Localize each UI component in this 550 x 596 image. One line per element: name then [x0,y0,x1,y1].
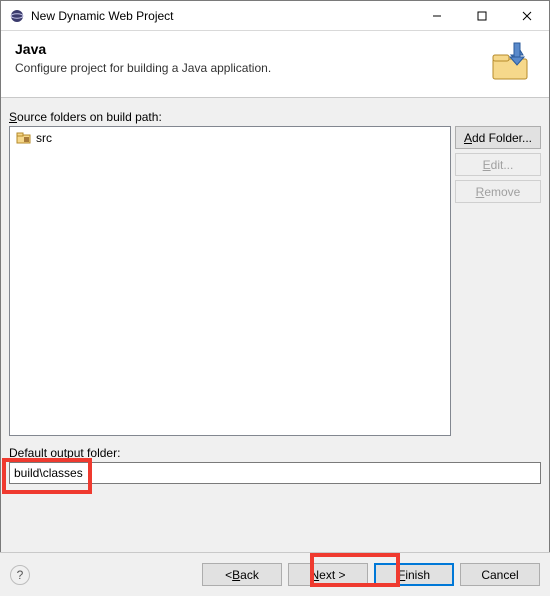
page-description: Configure project for building a Java ap… [15,61,481,75]
list-item[interactable]: src [12,129,448,147]
output-folder-label: Default output folder: [9,446,541,460]
window-title: New Dynamic Web Project [31,9,414,23]
title-bar: New Dynamic Web Project [1,1,549,31]
wizard-header: Java Configure project for building a Ja… [1,31,549,98]
help-button[interactable]: ? [10,565,30,585]
add-folder-button[interactable]: Add Folder... [455,126,541,149]
wizard-footer: ? < Back Next > Finish Cancel [0,552,550,596]
maximize-button[interactable] [459,1,504,30]
close-button[interactable] [504,1,549,30]
finish-button[interactable]: Finish [374,563,454,586]
output-folder-input[interactable] [9,462,541,484]
wizard-banner-icon [487,41,535,83]
window-controls [414,1,549,30]
remove-button: Remove [455,180,541,203]
edit-button: Edit... [455,153,541,176]
package-folder-icon [16,130,32,146]
source-folders-label: Source folders on build path: [9,110,541,124]
cancel-button[interactable]: Cancel [460,563,540,586]
wizard-body: Source folders on build path: src Add Fo… [1,98,549,484]
page-title: Java [15,41,481,57]
list-item-label: src [36,131,52,145]
minimize-button[interactable] [414,1,459,30]
next-button[interactable]: Next > [288,563,368,586]
eclipse-icon [9,8,25,24]
source-folders-list[interactable]: src [9,126,451,436]
back-button[interactable]: < Back [202,563,282,586]
